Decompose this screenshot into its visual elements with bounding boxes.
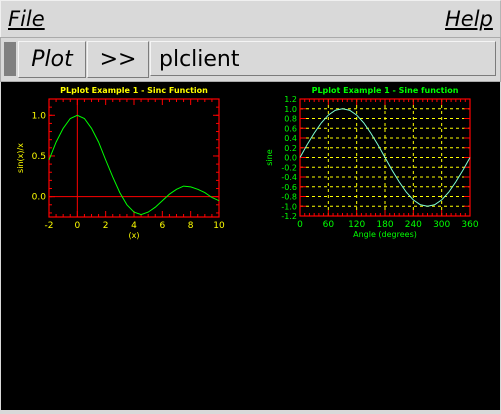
help-menu[interactable]: Help xyxy=(445,5,493,33)
chart-0-x-tick-label: 8 xyxy=(188,221,194,231)
chart-0-x-tick-label: 2 xyxy=(103,221,109,231)
client-name: plclient xyxy=(159,47,240,72)
chart-0-x-tick-label: -2 xyxy=(45,221,54,231)
chart-1-y-tick-label: 0.0 xyxy=(284,154,297,163)
chart-1-title: PLplot Example 1 - Sine function xyxy=(312,86,459,95)
chart-1-y-label: sine xyxy=(265,149,274,165)
chart-0-y-tick-label: 1.0 xyxy=(32,111,47,121)
chart-1-y-tick-label: 0.6 xyxy=(284,124,297,133)
chart-0-x-tick-label: 4 xyxy=(131,221,137,231)
chart-1-y-tick-label: -0.4 xyxy=(281,173,297,182)
file-menu-label: File xyxy=(8,7,45,31)
next-button[interactable]: >> xyxy=(87,41,149,78)
chart-0-title: PLplot Example 1 - Sinc Function xyxy=(60,86,208,95)
plot-button[interactable]: Plot xyxy=(18,41,86,78)
chart-1-y-tick-label: -1.2 xyxy=(281,212,297,221)
menu-bar: File Help xyxy=(0,0,501,38)
file-menu[interactable]: File xyxy=(8,5,45,33)
chart-1-x-tick-label: 240 xyxy=(405,220,422,230)
chart-1-x-label: Angle (degrees) xyxy=(353,230,417,239)
chart-1-y-tick-label: 0.8 xyxy=(284,115,297,124)
toolbar-handle[interactable] xyxy=(4,42,16,76)
chart-0-y-label: sin(x)/x xyxy=(16,143,25,173)
chart-1-x-tick-label: 120 xyxy=(348,220,365,230)
chart-1-y-tick-label: 1.0 xyxy=(284,105,297,114)
chart-1-y-tick-label: 0.2 xyxy=(284,144,297,153)
chart-1-x-tick-label: 0 xyxy=(297,220,303,230)
chart-1-y-tick-label: -0.2 xyxy=(281,163,297,172)
next-button-label: >> xyxy=(99,47,137,72)
chart-0-y-tick-label: 0.0 xyxy=(32,193,47,203)
chart-1-x-tick-label: 360 xyxy=(461,220,478,230)
plot-canvas: PLplot Example 1 - Sinc Function -2 0 2 4 6 8 1… xyxy=(1,82,500,410)
chart-1-y-tick-label: 1.2 xyxy=(284,95,297,104)
chart-0-series-0-line xyxy=(48,114,220,216)
chart-1-y-tick-label: -1.0 xyxy=(281,202,297,211)
chart-1-x-tick-label: 300 xyxy=(433,220,450,230)
chart-0-x-tick-label: 10 xyxy=(213,221,225,231)
plot-svg: PLplot Example 1 - Sinc Function -2 0 2 4 6 8 1… xyxy=(16,86,479,240)
chart-1-x-tick-label: 60 xyxy=(323,220,335,230)
chart-0-y-tick-label: 0.5 xyxy=(32,152,46,162)
chart-0-x-label: (x) xyxy=(129,231,140,240)
plot-button-label: Plot xyxy=(31,47,73,72)
toolbar: Plot >> plclient xyxy=(0,37,501,82)
chart-1-y-tick-label: -0.6 xyxy=(281,183,297,192)
help-menu-label: Help xyxy=(445,7,493,31)
client-label: plclient xyxy=(150,41,496,76)
chart-0-x-tick-label: 6 xyxy=(159,221,165,231)
chart-1-y-tick-label: 0.4 xyxy=(284,134,297,143)
chart-1-x-tick-label: 180 xyxy=(376,220,393,230)
chart-1-y-tick-label: -0.8 xyxy=(281,193,297,202)
chart-0-x-tick-label: 0 xyxy=(74,221,80,231)
